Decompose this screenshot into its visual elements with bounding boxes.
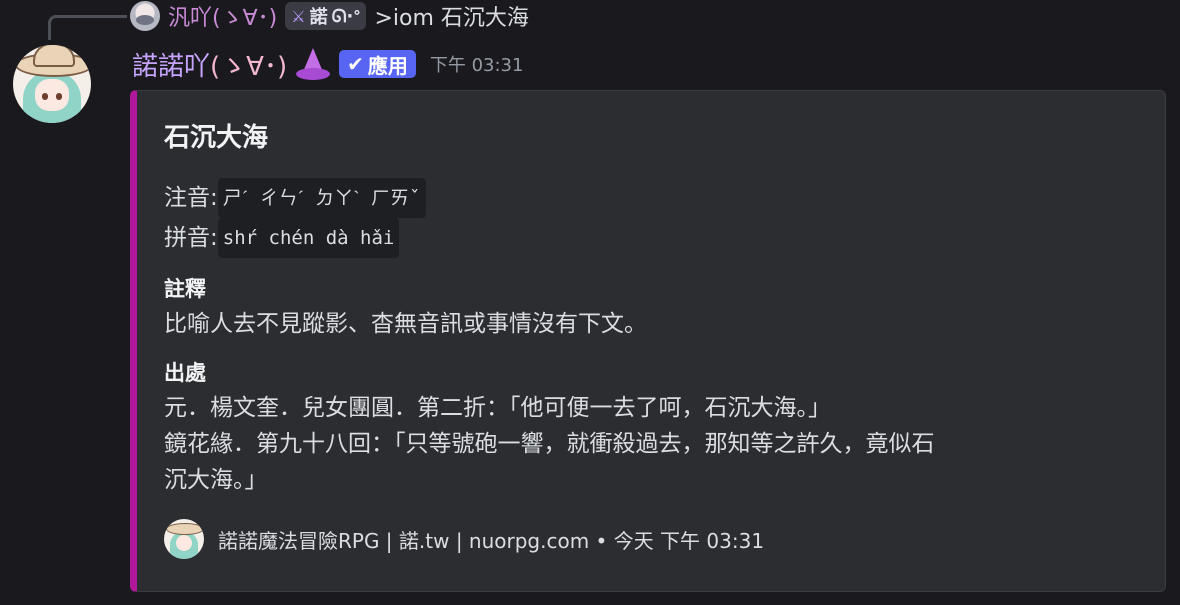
embed-content: 石沉大海 注音: ㄕˊ ㄔㄣˊ ㄉㄚˋ ㄏㄞˇ 拼音: shŕ chén dà … (164, 111, 1145, 498)
zhuyin-line: 注音: ㄕˊ ㄔㄣˊ ㄉㄚˋ ㄏㄞˇ (164, 178, 1145, 218)
field-source-line: 鏡花緣．第九十八回：「只等號砲一響，就衝殺過去，那知等之許久，竟似石 (164, 431, 935, 457)
message-timestamp[interactable]: 下午 03:31 (430, 51, 524, 77)
username-main[interactable]: 諾諾吖 (132, 52, 210, 82)
zhuyin-value: ㄕˊ ㄔㄣˊ ㄉㄚˋ ㄏㄞˇ (217, 178, 426, 218)
pinyin-line: 拼音: shŕ chén dà hǎi (164, 218, 1145, 258)
avatar-eye-right (56, 93, 62, 100)
sword-icon: ⚔ (291, 6, 306, 26)
reply-avatar[interactable] (130, 1, 160, 31)
field-annotation-name: 註釋 (164, 277, 206, 301)
footer-avatar-hat (166, 523, 204, 535)
message-username[interactable]: 諾諾吖(ゝ∀･) (132, 46, 287, 83)
pinyin-label: 拼音: (164, 225, 218, 251)
footer-text: 諾諾魔法冒險RPG | 諾.tw | nuorpg.com • 今天 下午 03… (218, 528, 765, 553)
footer-avatar-face (176, 535, 192, 551)
embed-footer: 諾諾魔法冒險RPG | 諾.tw | nuorpg.com • 今天 下午 03… (164, 519, 764, 559)
wizard-hat-brim (296, 68, 331, 80)
embed-card: 石沉大海 注音: ㄕˊ ㄔㄣˊ ㄉㄚˋ ㄏㄞˇ 拼音: shŕ chén dà … (130, 90, 1166, 592)
pinyin-value: shŕ chén dà hǎi (217, 218, 400, 258)
avatar-face (35, 79, 69, 111)
reply-preview[interactable]: 汎吖(ゝ∀･) ⚔ 諾 ᘏ·ᐤ >iom 石沉大海 (130, 0, 529, 32)
footer-avatar (164, 519, 204, 559)
user-avatar[interactable] (13, 45, 91, 123)
app-badge-label: 應用 (367, 53, 408, 78)
field-annotation-value: 比喻人去不見蹤影、杳無音訊或事情沒有下文。 (164, 311, 647, 337)
message-header: 諾諾吖(ゝ∀･) ✔ 應用 下午 03:31 (132, 44, 523, 84)
reply-spine (48, 15, 127, 40)
reply-tag-suffix: ᘏ·ᐤ (331, 5, 361, 27)
embed-title: 石沉大海 (164, 123, 269, 153)
reply-server-tag[interactable]: ⚔ 諾 ᘏ·ᐤ (285, 2, 367, 30)
reply-content[interactable]: >iom 石沉大海 (374, 0, 528, 32)
field-source-name: 出處 (164, 361, 206, 385)
zhuyin-label: 注音: (164, 185, 218, 211)
field-source-line: 沉大海。」 (164, 467, 268, 493)
reply-tag-label: 諾 (309, 7, 328, 28)
checkmark-icon: ✔ (347, 52, 364, 76)
wizard-hat-icon[interactable] (295, 46, 331, 82)
avatar-eye-left (42, 93, 48, 100)
app-badge: ✔ 應用 (339, 50, 416, 78)
message-area: 汎吖(ゝ∀･) ⚔ 諾 ᘏ·ᐤ >iom 石沉大海 諾諾吖(ゝ∀･) ✔ 應用 … (0, 0, 1180, 605)
reply-username[interactable]: 汎吖(ゝ∀･) (168, 0, 277, 32)
field-source-line: 元．楊文奎．兒女團圓．第二折：「他可便一去了呵，石沉大海。」 (164, 395, 831, 421)
username-kaomoji[interactable]: (ゝ∀･) (210, 52, 287, 82)
avatar-hat-top (33, 45, 75, 67)
